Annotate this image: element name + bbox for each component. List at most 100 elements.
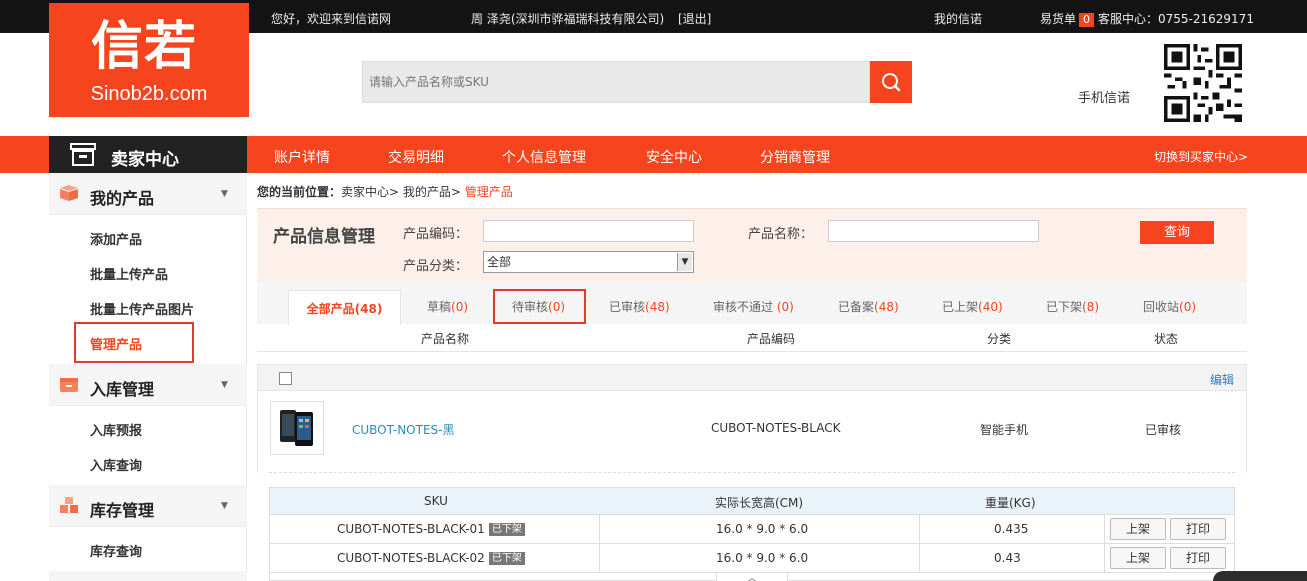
sidebar-section-inventory[interactable]: 库存管理 ▼ xyxy=(49,485,247,527)
sidebar-item-inbound-query[interactable]: 入库查询 xyxy=(90,455,142,474)
nav-transactions[interactable]: 交易明细 xyxy=(388,147,444,167)
divider xyxy=(269,472,1235,473)
store-icon xyxy=(70,143,96,166)
highlight-box xyxy=(493,289,586,324)
product-category-select[interactable]: 全部 ▼ xyxy=(483,251,694,273)
status-badge: 已下架 xyxy=(488,552,525,565)
sidebar-item-bulk-upload-images[interactable]: 批量上传产品图片 xyxy=(90,299,194,318)
nav-personal-info[interactable]: 个人信息管理 xyxy=(502,147,586,167)
sku-code: CUBOT-NOTES-BLACK-02 xyxy=(337,551,485,565)
cart-count-badge: 0 xyxy=(1079,13,1095,27)
tab-label: 审核不通过 xyxy=(713,300,777,314)
tab-count: (8) xyxy=(1082,300,1100,314)
logo-mark: 信若 xyxy=(91,17,198,77)
weight-cell: 0.43 xyxy=(994,551,1021,565)
tab-reviewed[interactable]: 已审核(48) xyxy=(609,298,670,315)
list-button[interactable]: 上架 xyxy=(1110,547,1166,569)
sidebar-section-inbound[interactable]: 入库管理 ▼ xyxy=(49,364,247,406)
breadcrumb-path[interactable]: 卖家中心> 我的产品> xyxy=(341,185,465,199)
my-sinob-link[interactable]: 我的信诺 xyxy=(934,10,982,27)
tab-count: (48) xyxy=(645,300,670,314)
column-divider xyxy=(599,544,600,573)
collapse-up-icon[interactable]: ︿ xyxy=(716,572,788,581)
print-button[interactable]: 打印 xyxy=(1170,547,1226,569)
switch-to-buyer-link[interactable]: 切换到买家中心> xyxy=(1154,148,1248,165)
tab-count: (0) xyxy=(1179,300,1197,314)
logo-domain: Sinob2b.com xyxy=(90,83,208,105)
sidebar-title: 库存管理 xyxy=(90,501,155,520)
category-selected-value: 全部 xyxy=(487,255,512,269)
qr-code-icon xyxy=(1164,44,1242,122)
user-name[interactable]: 周 泽尧(深圳市骅福瑞科技有限公司) xyxy=(471,10,664,27)
product-group-bar: 编辑 xyxy=(257,364,1247,391)
cart-label: 易货单 xyxy=(1040,12,1077,26)
sku-header-dims: 实际长宽高(CM) xyxy=(715,496,804,510)
tab-recycle-bin[interactable]: 回收站(0) xyxy=(1143,298,1196,315)
tab-label: 已上架 xyxy=(942,300,979,314)
column-divider xyxy=(919,515,920,544)
sidebar-title: 入库管理 xyxy=(90,380,155,399)
sidebar-title: 我的产品 xyxy=(90,189,155,208)
status-tabs: 全部产品(48) 草稿(0) 待审核(0) 已审核(48) 审核不通过 (0) … xyxy=(257,282,1247,325)
product-name-input[interactable] xyxy=(828,220,1039,242)
print-button[interactable]: 打印 xyxy=(1170,518,1226,540)
sidebar-item-add-product[interactable]: 添加产品 xyxy=(90,229,142,248)
tab-registered[interactable]: 已备案(48) xyxy=(838,298,899,315)
sidebar-item-inventory-query[interactable]: 库存查询 xyxy=(90,541,142,560)
column-header-name: 产品名称 xyxy=(421,332,470,346)
tab-label: 全部产品 xyxy=(306,302,355,316)
tab-count: (48) xyxy=(874,300,899,314)
tab-draft[interactable]: 草稿(0) xyxy=(427,298,468,315)
main-nav: 卖家中心 账户详情 交易明细 个人信息管理 安全中心 分销商管理 切换到买家中心… xyxy=(0,136,1307,173)
tab-label: 已备案 xyxy=(838,300,875,314)
sidebar-section-my-products[interactable]: 我的产品 ▼ xyxy=(49,173,247,215)
edit-link[interactable]: 编辑 xyxy=(1210,371,1234,388)
product-code-input[interactable] xyxy=(483,220,694,242)
select-checkbox[interactable] xyxy=(279,372,292,385)
highlight-box xyxy=(74,322,194,363)
dims-cell: 16.0 * 9.0 * 6.0 xyxy=(716,522,809,536)
tab-label: 草稿 xyxy=(427,300,452,314)
tab-all-products[interactable]: 全部产品(48) xyxy=(288,290,401,325)
phone-image-icon xyxy=(280,410,313,446)
floating-widget[interactable] xyxy=(1213,571,1307,581)
site-logo[interactable]: 信若 Sinob2b.com xyxy=(49,3,249,117)
cart-link[interactable]: 易货单 0 xyxy=(1040,10,1095,27)
nav-security[interactable]: 安全中心 xyxy=(646,147,702,167)
sku-header-sku: SKU xyxy=(424,494,448,508)
sku-header-weight: 重量(KG) xyxy=(985,496,1036,510)
product-code: CUBOT-NOTES-BLACK xyxy=(711,421,841,435)
product-code-label: 产品编码： xyxy=(403,227,469,242)
list-button[interactable]: 上架 xyxy=(1110,518,1166,540)
dims-cell: 16.0 * 9.0 * 6.0 xyxy=(716,551,809,565)
breadcrumb: 您的当前位置：卖家中心> 我的产品> 管理产品 xyxy=(257,183,513,200)
sidebar-item-inbound-forecast[interactable]: 入库预报 xyxy=(90,420,142,439)
logout-link[interactable]: [退出] xyxy=(678,10,711,27)
sidebar-item-bulk-upload[interactable]: 批量上传产品 xyxy=(90,264,168,283)
sidebar-next-section xyxy=(49,571,247,581)
breadcrumb-current: 管理产品 xyxy=(464,185,513,199)
search-icon xyxy=(882,73,901,92)
tab-count: (0) xyxy=(776,300,794,314)
nav-account-details[interactable]: 账户详情 xyxy=(274,147,330,167)
tab-count: (40) xyxy=(978,300,1003,314)
product-name-link[interactable]: CUBOT-NOTES-黑 xyxy=(352,421,454,438)
warehouse-icon xyxy=(60,378,78,392)
seller-center-tab[interactable]: 卖家中心 xyxy=(49,136,247,173)
page-title: 产品信息管理 xyxy=(273,227,375,247)
tab-listed[interactable]: 已上架(40) xyxy=(942,298,1003,315)
column-header-category: 分类 xyxy=(987,332,1012,346)
tab-label: 已下架 xyxy=(1046,300,1083,314)
tab-delisted[interactable]: 已下架(8) xyxy=(1046,298,1099,315)
product-name-label: 产品名称： xyxy=(748,227,814,242)
query-button[interactable]: 查询 xyxy=(1140,221,1214,244)
filter-panel: 产品信息管理 产品编码： 产品名称： 产品分类： 全部 ▼ 查询 xyxy=(257,208,1247,282)
product-thumbnail[interactable] xyxy=(270,401,324,455)
sidebar: 我的产品 ▼ 添加产品 批量上传产品 批量上传产品图片 管理产品 入库管理 ▼ … xyxy=(49,173,247,581)
search-button[interactable] xyxy=(870,61,912,103)
column-header-code: 产品编码 xyxy=(747,332,796,346)
product-row: CUBOT-NOTES-黑 CUBOT-NOTES-BLACK 智能手机 已审核 xyxy=(257,391,1247,473)
tab-rejected[interactable]: 审核不通过 (0) xyxy=(713,298,794,315)
nav-distributor[interactable]: 分销商管理 xyxy=(760,147,830,167)
search-input[interactable] xyxy=(362,61,870,103)
